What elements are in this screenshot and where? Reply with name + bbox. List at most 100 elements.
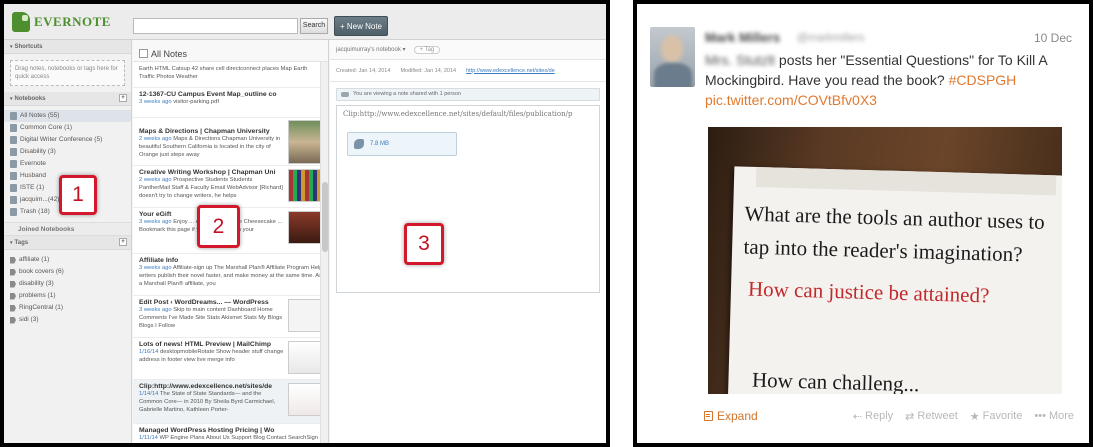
note-thumbnail — [288, 169, 324, 202]
shortcuts-header[interactable]: ▾ Shortcuts — [4, 40, 131, 54]
note-date: 2 weeks ago — [139, 136, 172, 142]
clip-title: Clip:http://www.edexcellence.net/sites/d… — [343, 110, 573, 118]
list-item[interactable]: Affiliate Info 3 weeks ago Affiliate-sig… — [133, 254, 328, 296]
hashtag-link[interactable]: #CDSPGH — [949, 72, 1017, 88]
note-title: Creative Writing Workshop | Chapman Uni — [139, 169, 276, 176]
more-button[interactable]: ••• More — [1034, 410, 1074, 423]
note-date: 1/14/14 — [139, 391, 159, 397]
note-snippet-text: desktopmobileRotate Show header stuff ch… — [139, 349, 284, 363]
list-item[interactable]: Edit Post ‹ WordDreams... — WordPress 3 … — [133, 296, 328, 338]
note-snippet: 3 weeks ago Skip to main content Dashboa… — [139, 306, 284, 330]
note-date: 3 weeks ago — [139, 99, 172, 105]
sidebar-item-all-notes[interactable]: All Notes (55) — [4, 110, 131, 122]
tag-icon — [10, 292, 16, 300]
list-item[interactable]: Maps & Directions | Chapman University 2… — [133, 118, 328, 166]
notebook-icon — [10, 196, 17, 204]
avatar[interactable] — [650, 27, 695, 87]
trash-icon — [10, 208, 17, 216]
tag-item[interactable]: book covers (6) — [4, 266, 131, 278]
author-handle[interactable]: @markmillers — [797, 32, 864, 44]
notebook-selector[interactable]: jacquimurray's notebook ▾ — [336, 46, 406, 53]
notebook-icon — [10, 184, 17, 192]
tag-label: RingCentral (1) — [19, 304, 64, 311]
note-date: 3 weeks ago — [139, 265, 172, 271]
tag-icon — [10, 280, 16, 288]
tag-label: sidi (3) — [19, 316, 39, 323]
note-date: 1/16/14 — [139, 349, 159, 355]
tags-label: Tags — [14, 240, 29, 246]
note-snippet: 1/14/14 The State of State Standards— an… — [139, 390, 284, 414]
tag-item[interactable]: affiliate (1) — [4, 254, 131, 266]
list-item[interactable]: Clip:http://www.edexcellence.net/sites/d… — [133, 380, 328, 424]
list-item[interactable]: Managed WordPress Hosting Pricing | Wo 1… — [133, 424, 328, 443]
source-url-link[interactable]: http://www.edexcellence.net/sites/de — [466, 68, 555, 74]
tag-item[interactable]: sidi (3) — [4, 314, 131, 326]
note-date: 1/11/14 — [139, 435, 158, 441]
tweet-date[interactable]: 10 Dec — [1034, 31, 1072, 45]
note-editor: jacquimurray's notebook ▾ + Tag Created:… — [330, 40, 606, 443]
note-snippet: 3 weeks ago visitor-parking.pdf — [139, 98, 324, 106]
tag-icon — [10, 304, 16, 312]
joined-notebooks-header[interactable]: Joined Notebooks — [4, 222, 131, 236]
scrollbar-thumb[interactable] — [322, 182, 328, 252]
notebook-icon — [10, 124, 17, 132]
search-input[interactable] — [133, 18, 298, 34]
notebook-label: jacquim...(42) — [20, 196, 60, 203]
tags-header[interactable]: ▾ Tags + — [4, 236, 131, 250]
add-tag-icon[interactable]: + — [119, 238, 127, 246]
note-body[interactable]: Clip:http://www.edexcellence.net/sites/d… — [336, 105, 600, 293]
notebooks-label: Notebooks — [14, 96, 46, 102]
expand-label: Expand — [717, 409, 758, 423]
sidebar-item-evernote[interactable]: Evernote — [4, 158, 131, 170]
pic-link[interactable]: pic.twitter.com/COVtBfv0X3 — [705, 92, 877, 108]
retweet-button[interactable]: ⇄ Retweet — [905, 410, 958, 423]
list-item[interactable]: 12-1367-CU Campus Event Map_outline co 3… — [133, 88, 328, 118]
notebooks-header[interactable]: ▾ Notebooks + — [4, 92, 131, 106]
tag-label: disability (3) — [19, 280, 54, 287]
new-note-button[interactable]: + New Note — [334, 16, 388, 36]
attachment[interactable]: 7.8 MB — [347, 132, 457, 156]
notebook-label: Husband — [20, 172, 47, 179]
tag-item[interactable]: problems (1) — [4, 290, 131, 302]
author-name[interactable]: Mark Millers — [705, 30, 780, 45]
list-item[interactable]: Earth HTML Catsup 42 share cell directco… — [133, 62, 328, 88]
note-title: Edit Post ‹ WordDreams... — WordPress — [139, 299, 269, 306]
note-snippet: 1/16/14 desktopmobileRotate Show header … — [139, 348, 284, 364]
reply-button[interactable]: ⇠ Reply — [853, 410, 893, 423]
note-snippet-text: WP Engine Plans About Us Support Blog Co… — [159, 435, 318, 441]
evernote-window: EVERNOTE Search + New Note ▾ Shortcuts Dr… — [4, 4, 606, 443]
more-icon: ••• — [1034, 410, 1046, 422]
logo-text: EVERNOTE — [34, 14, 111, 29]
photo-question-3: How can challeng... — [751, 367, 920, 394]
top-bar: EVERNOTE Search + New Note — [4, 4, 606, 40]
list-item[interactable]: Lots of news! HTML Preview | MailChimp 1… — [133, 338, 328, 380]
note-thumbnail — [288, 299, 324, 332]
reply-icon: ⇠ — [852, 410, 863, 423]
notebook-label: ISTE (1) — [20, 184, 45, 191]
mention[interactable]: Mrs. Stutzlt — [705, 52, 775, 68]
notebook-icon — [10, 136, 17, 144]
evernote-logo[interactable]: EVERNOTE — [12, 10, 111, 34]
add-notebook-icon[interactable]: + — [119, 94, 127, 102]
add-tag-button[interactable]: + Tag — [413, 45, 441, 54]
star-icon: ★ — [969, 410, 980, 423]
expand-button[interactable]: Expand — [704, 409, 758, 423]
tag-item[interactable]: RingCentral (1) — [4, 302, 131, 314]
favorite-button[interactable]: ★ Favorite — [970, 410, 1023, 423]
note-title: Lots of news! HTML Preview | MailChimp — [139, 341, 272, 348]
notebook-icon — [10, 148, 17, 156]
list-item[interactable]: Creative Writing Workshop | Chapman Uni … — [133, 166, 328, 208]
sidebar: ▾ Shortcuts Drag notes, notebooks or tags… — [4, 40, 132, 443]
notes-icon — [139, 49, 148, 58]
sidebar-item-common-core[interactable]: Common Core (1) — [4, 122, 131, 134]
note-date: 3 weeks ago — [139, 219, 172, 225]
scrollbar[interactable] — [320, 62, 328, 443]
tweet-photo[interactable]: What are the tools an author uses to tap… — [708, 127, 1062, 394]
notebook-label: All Notes (55) — [20, 112, 60, 119]
sidebar-item-digital-writer[interactable]: Digital Writer Conference (5) — [4, 134, 131, 146]
sidebar-item-disability[interactable]: Disability (3) — [4, 146, 131, 158]
tag-item[interactable]: disability (3) — [4, 278, 131, 290]
note-title: Maps & Directions | Chapman University — [139, 128, 270, 135]
search-button[interactable]: Search — [300, 18, 328, 34]
note-meta: Created: Jan 14, 2014 Modified: Jan 14, … — [330, 60, 606, 82]
